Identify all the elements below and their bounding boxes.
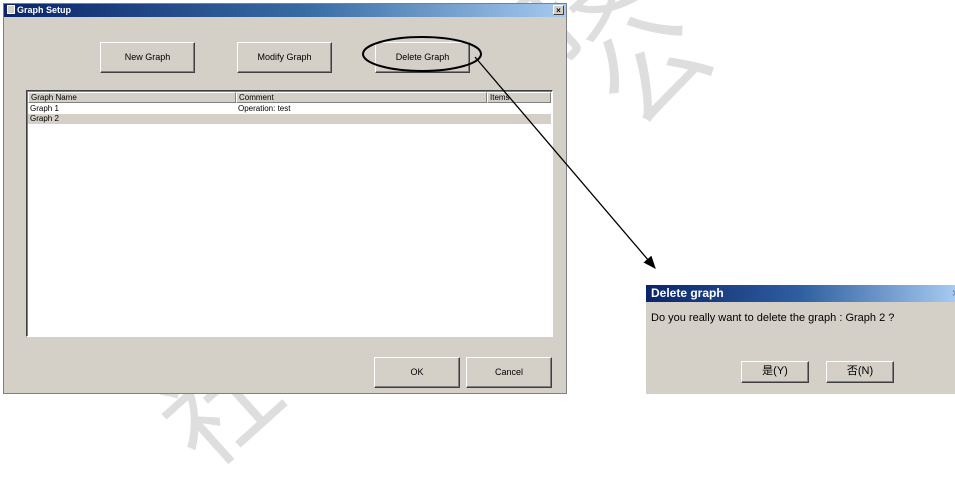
delete-dialog-titlebar: Delete graph × — [646, 285, 955, 302]
delete-confirm-dialog: Delete graph × Do you really want to del… — [645, 284, 955, 394]
yes-button[interactable]: 是(Y) — [741, 361, 809, 383]
confirm-message: Do you really want to delete the graph :… — [651, 312, 895, 324]
no-button[interactable]: 否(N) — [826, 361, 894, 383]
delete-dialog-title: Delete graph — [651, 286, 724, 300]
